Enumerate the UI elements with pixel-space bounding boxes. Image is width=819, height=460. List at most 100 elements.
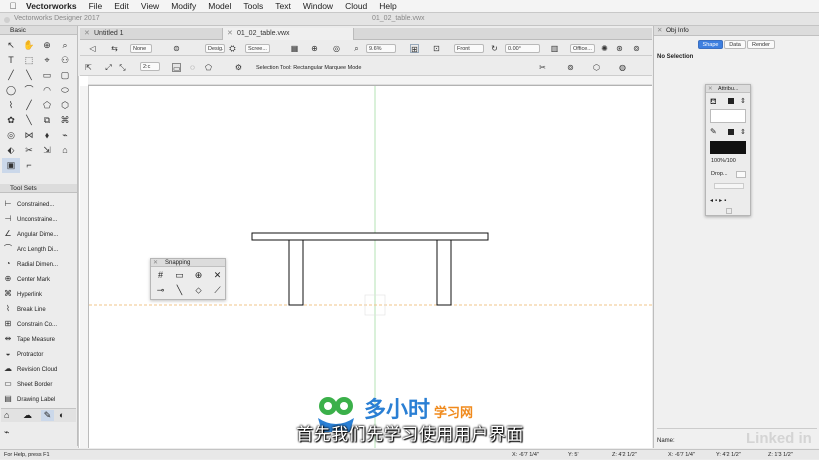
marker-controls[interactable]: ◂▪▸▪: [710, 197, 728, 204]
menu-tools[interactable]: Tools: [237, 1, 269, 11]
rotate-plan-icon[interactable]: ↻: [490, 44, 499, 53]
basic-tool-26[interactable]: ⬧: [38, 128, 56, 143]
pen-preview[interactable]: [710, 141, 746, 154]
basic-tool-2[interactable]: ⊕: [38, 38, 56, 53]
basic-tool-10[interactable]: ▭: [38, 68, 56, 83]
layer-select[interactable]: Desig...: [205, 44, 225, 53]
tool-set-item[interactable]: ◒ Protractor: [2, 346, 76, 361]
class-select[interactable]: None: [130, 44, 152, 53]
camera-icon[interactable]: ◍: [618, 63, 627, 72]
basic-tool-4[interactable]: T: [2, 53, 20, 68]
basic-tool-17[interactable]: ╱: [20, 98, 38, 113]
polygon-marquee-icon[interactable]: ⬠: [204, 63, 213, 72]
basic-tool-33[interactable]: ⌐: [20, 158, 38, 173]
basic-tool-19[interactable]: ⬡: [56, 98, 74, 113]
close-palette-icon[interactable]: ✕: [657, 26, 662, 36]
basic-tool-13[interactable]: ⌒: [20, 83, 38, 98]
tool-set-item[interactable]: ⊕ Center Mark: [2, 271, 76, 286]
tool-set-item[interactable]: ☁ Revision Cloud: [2, 361, 76, 376]
layer-options-icon[interactable]: ⊜: [172, 44, 181, 53]
basic-tool-30[interactable]: ⇲: [38, 143, 56, 158]
snap-tool-1[interactable]: ▭: [170, 268, 189, 283]
mode-reshape-icon[interactable]: ⤡: [118, 63, 127, 72]
basic-tool-22[interactable]: ⧉: [38, 113, 56, 128]
apple-icon[interactable]: : [6, 1, 20, 11]
table-top[interactable]: [251, 232, 489, 241]
view-cube-icon[interactable]: ⊞: [410, 44, 419, 54]
basic-tool-29[interactable]: ✂: [20, 143, 38, 158]
dims-annotation-icon[interactable]: ✎: [41, 410, 54, 421]
pen-icon[interactable]: ✎: [710, 127, 717, 136]
tool-set-item[interactable]: ⊞ Constrain Co...: [2, 316, 76, 331]
basic-tool-23[interactable]: ⌘: [56, 113, 74, 128]
snap-tool-4[interactable]: ⊸: [151, 283, 170, 298]
tool-set-item[interactable]: ◔ Radial Dimen...: [2, 256, 76, 271]
cloud-tools-icon[interactable]: ☁: [23, 410, 32, 421]
previous-view-icon[interactable]: ◁: [88, 44, 97, 53]
selection-preferences-icon[interactable]: ⚙: [234, 63, 243, 72]
3d-view-icon[interactable]: ⬡: [592, 63, 601, 72]
basic-tool-11[interactable]: ▢: [56, 68, 74, 83]
tool-set-item[interactable]: ⊣ Unconstraine...: [2, 211, 76, 226]
basic-tool-21[interactable]: ╲: [20, 113, 38, 128]
table-leg-right[interactable]: [436, 239, 452, 306]
tool-set-item[interactable]: ⌘ Hyperlink: [2, 286, 76, 301]
view-select[interactable]: Front: [454, 44, 484, 53]
building-icon[interactable]: ⌂: [4, 410, 9, 420]
tool-set-item[interactable]: ▤ Drawing Label: [2, 391, 76, 406]
mode-single-object-icon[interactable]: ⇱: [84, 63, 93, 72]
render-select[interactable]: Scree...: [245, 44, 270, 53]
basic-tool-31[interactable]: ⌂: [56, 143, 74, 158]
basic-tool-16[interactable]: ⌇: [2, 98, 20, 113]
basic-tool-12[interactable]: ◯: [2, 83, 20, 98]
clip-cube-icon[interactable]: ✂: [538, 63, 547, 72]
tool-set-item[interactable]: ⇹ Tape Measure: [2, 331, 76, 346]
basic-tool-34[interactable]: [38, 158, 56, 173]
table-leg-left[interactable]: [288, 239, 304, 306]
tool-set-item[interactable]: ⌇ Break Line: [2, 301, 76, 316]
basic-tool-28[interactable]: ⬖: [2, 143, 20, 158]
tab-render[interactable]: Render: [747, 40, 775, 49]
snap-tool-0[interactable]: #: [151, 268, 170, 283]
menu-modify[interactable]: Modify: [165, 1, 202, 11]
close-palette-icon[interactable]: ✕: [153, 259, 158, 267]
chevron-updown-icon[interactable]: ⇕: [740, 97, 746, 105]
light-bulb-icon[interactable]: ✺: [600, 44, 609, 53]
basic-tool-6[interactable]: ⌖: [38, 53, 56, 68]
zoom-fit-icon[interactable]: ◎: [332, 44, 341, 53]
tab-untitled-1[interactable]: ✕ Untitled 1: [80, 28, 220, 40]
basic-tool-9[interactable]: ╲: [20, 68, 38, 83]
pen-style-swatch[interactable]: [728, 129, 734, 135]
menu-edit[interactable]: Edit: [108, 1, 135, 11]
menu-text[interactable]: Text: [269, 1, 297, 11]
menu-cloud[interactable]: Cloud: [339, 1, 373, 11]
basic-tool-8[interactable]: ╱: [2, 68, 20, 83]
basic-tool-25[interactable]: ⋈: [20, 128, 38, 143]
basic-tool-20[interactable]: ✿: [2, 113, 20, 128]
snap-tool-7[interactable]: ⟋: [208, 283, 227, 298]
mode-multiple-icon[interactable]: ⤢: [104, 63, 113, 72]
snap-tool-5[interactable]: ╲: [170, 283, 189, 298]
close-tab-icon[interactable]: ✕: [227, 28, 233, 40]
snap-tool-3[interactable]: ✕: [208, 268, 227, 283]
fill-bucket-icon[interactable]: ⛾: [710, 97, 717, 107]
close-window-button[interactable]: [4, 17, 10, 23]
basic-tool-27[interactable]: ⌁: [56, 128, 74, 143]
basic-tool-14[interactable]: ◠: [38, 83, 56, 98]
basic-tool-1[interactable]: ✋: [20, 38, 38, 53]
zoom-field[interactable]: 9.6%: [366, 44, 396, 53]
lasso-icon[interactable]: ◌: [188, 63, 197, 72]
tool-set-item[interactable]: ▭ Sheet Border: [2, 376, 76, 391]
lighting-icon[interactable]: ▥: [550, 44, 559, 53]
basic-tool-7[interactable]: ⚇: [56, 53, 74, 68]
grid-icon[interactable]: ▦: [290, 44, 299, 53]
lighting-select[interactable]: Office...: [570, 44, 595, 53]
basic-tool-32[interactable]: ▣: [2, 158, 20, 173]
fill-preview[interactable]: [710, 109, 746, 123]
rotation-field[interactable]: 0.00°: [505, 44, 540, 53]
walkthrough-icon[interactable]: ⊚: [632, 44, 641, 53]
menu-file[interactable]: File: [83, 1, 109, 11]
menu-view[interactable]: View: [135, 1, 165, 11]
basic-tool-18[interactable]: ⬠: [38, 98, 56, 113]
opacity-readout[interactable]: 100%/100: [711, 158, 736, 164]
